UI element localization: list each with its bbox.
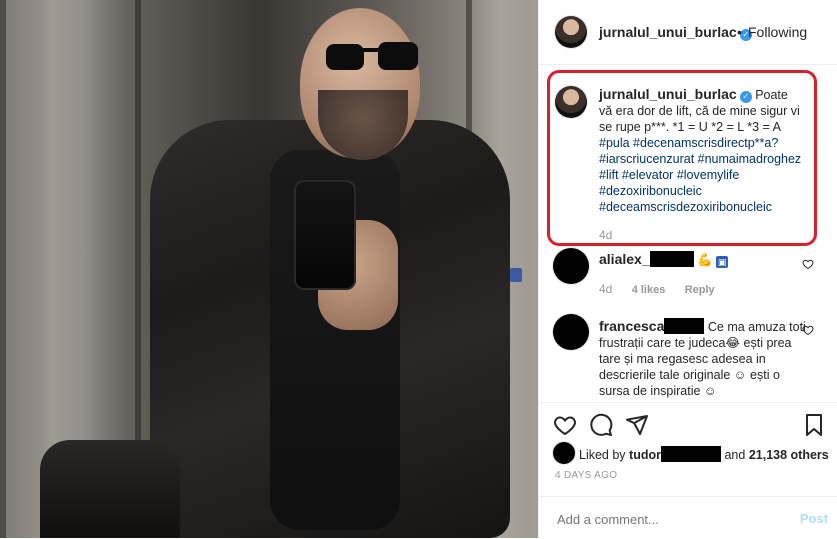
redacted-username-bar — [660, 446, 721, 462]
smartphone — [294, 180, 356, 290]
bookmark-icon[interactable] — [802, 413, 826, 437]
heart-icon[interactable] — [553, 413, 577, 437]
comment: francesca Ce ma amuza toti frustrații ca… — [599, 318, 809, 399]
commenter-username[interactable]: francesca — [599, 318, 664, 334]
comment-like-heart-icon[interactable] — [802, 258, 814, 270]
caption: jurnalul_unui_burlac ✓ Poate vă era dor d… — [599, 86, 804, 215]
post-header: jurnalul_unui_burlac ✓ • Following — [539, 0, 837, 65]
hashtag-line[interactable]: #dezoxiribonucleic — [599, 184, 702, 198]
caption-age: 4d — [599, 228, 613, 242]
elevator-indicator — [510, 268, 522, 282]
comment-meta: 4d 4 likes Reply — [599, 282, 731, 296]
comment: alialex_ 💪 ▣ — [599, 251, 799, 268]
likes-summary[interactable]: Liked by tudor and 21,138 others — [579, 446, 829, 462]
reply-button[interactable]: Reply — [685, 284, 715, 296]
header-separator: • — [737, 24, 742, 40]
elevator-frame-line — [0, 0, 6, 538]
add-comment-row: Post — [539, 496, 837, 539]
commenter-avatar[interactable] — [553, 248, 589, 284]
post-comment-button[interactable]: Post — [800, 511, 828, 526]
badge-icon: ▣ — [716, 256, 729, 268]
comment-icon[interactable] — [589, 413, 613, 437]
redacted-username-bar — [649, 251, 694, 267]
author-username[interactable]: jurnalul_unui_burlac ✓ — [599, 24, 752, 41]
author-avatar[interactable] — [555, 16, 587, 48]
comment-like-heart-icon[interactable] — [802, 324, 814, 336]
commenter-username[interactable]: alialex_ — [599, 251, 650, 267]
liker-avatar[interactable] — [553, 442, 575, 464]
caption-username[interactable]: jurnalul_unui_burlac ✓ — [599, 86, 752, 103]
sunglasses — [326, 42, 418, 70]
hashtag-line[interactable]: #iarscriucenzurat #numaimadroghez — [599, 152, 801, 166]
caption-author-avatar[interactable] — [555, 86, 587, 118]
following-button[interactable]: Following — [748, 24, 807, 40]
leather-bag — [40, 440, 180, 538]
commenter-avatar[interactable] — [553, 314, 589, 350]
redacted-username-bar — [664, 318, 705, 334]
add-comment-input[interactable] — [555, 511, 779, 528]
post-date: 4 DAYS AGO — [555, 470, 618, 481]
post-sidebar: jurnalul_unui_burlac ✓ • Following jurnal… — [538, 0, 837, 538]
hashtag-line[interactable]: #pula #decenamscrisdirectp**a? — [599, 136, 778, 150]
comment-age: 4d — [599, 282, 613, 296]
comment-likes[interactable]: 4 likes — [632, 284, 666, 296]
share-icon[interactable] — [625, 413, 649, 437]
comment-emoji: 💪 — [697, 253, 713, 267]
post-photo[interactable] — [0, 0, 538, 538]
hashtag-line[interactable]: #lift #elevator #lovemylife — [599, 168, 739, 182]
action-bar — [539, 402, 837, 447]
verified-badge-icon: ✓ — [739, 91, 752, 103]
hashtag-line[interactable]: #deceamscrisdezoxiribonucleic — [599, 200, 772, 214]
